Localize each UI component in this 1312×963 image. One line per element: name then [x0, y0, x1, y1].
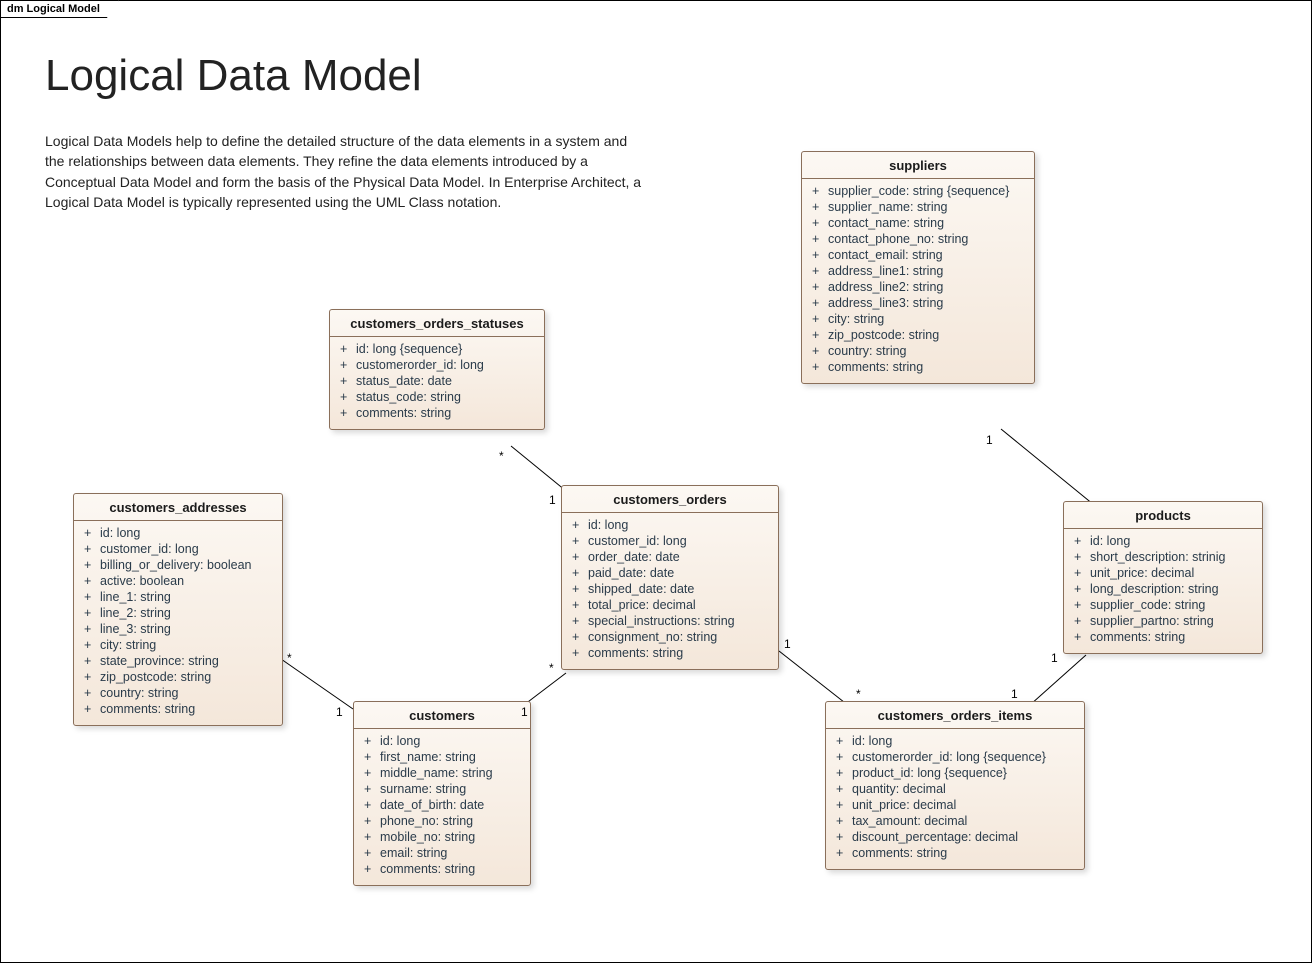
attribute-list: id: long customer_id: long order_date: d…: [562, 513, 778, 669]
entity-suppliers: suppliers supplier_code: string {sequenc…: [801, 151, 1035, 384]
attribute-row: id: long: [1072, 533, 1254, 549]
attribute-row: order_date: date: [570, 549, 770, 565]
attribute-row: billing_or_delivery: boolean: [82, 557, 274, 573]
attribute-row: tax_amount: decimal: [834, 813, 1076, 829]
attribute-list: id: long {sequence} customerorder_id: lo…: [330, 337, 544, 429]
multiplicity-label: *: [549, 661, 554, 675]
attribute-row: contact_name: string: [810, 215, 1026, 231]
entity-products: products id: long short_description: str…: [1063, 501, 1263, 654]
attribute-row: comments: string: [810, 359, 1026, 375]
entity-customers-orders-items: customers_orders_items id: long customer…: [825, 701, 1085, 870]
entity-title: customers_addresses: [74, 494, 282, 521]
attribute-list: supplier_code: string {sequence} supplie…: [802, 179, 1034, 383]
attribute-row: paid_date: date: [570, 565, 770, 581]
attribute-row: customerorder_id: long: [338, 357, 536, 373]
attribute-row: short_description: strinig: [1072, 549, 1254, 565]
attribute-row: contact_email: string: [810, 247, 1026, 263]
attribute-row: unit_price: decimal: [834, 797, 1076, 813]
multiplicity-label: 1: [336, 705, 343, 719]
attribute-row: zip_postcode: string: [82, 669, 274, 685]
attribute-row: customer_id: long: [82, 541, 274, 557]
attribute-row: date_of_birth: date: [362, 797, 522, 813]
entity-title: customers_orders_statuses: [330, 310, 544, 337]
entity-title: customers_orders_items: [826, 702, 1084, 729]
attribute-row: status_date: date: [338, 373, 536, 389]
attribute-row: id: long: [570, 517, 770, 533]
multiplicity-label: 1: [521, 705, 528, 719]
attribute-row: country: string: [810, 343, 1026, 359]
multiplicity-label: *: [499, 449, 504, 463]
multiplicity-label: 1: [986, 433, 993, 447]
multiplicity-label: 1: [549, 493, 556, 507]
attribute-row: comments: string: [362, 861, 522, 877]
attribute-row: id: long {sequence}: [338, 341, 536, 357]
attribute-row: mobile_no: string: [362, 829, 522, 845]
attribute-row: phone_no: string: [362, 813, 522, 829]
description-text: Logical Data Models help to define the d…: [45, 131, 645, 212]
attribute-row: id: long: [362, 733, 522, 749]
attribute-row: comments: string: [834, 845, 1076, 861]
attribute-row: city: string: [810, 311, 1026, 327]
attribute-row: total_price: decimal: [570, 597, 770, 613]
attribute-row: unit_price: decimal: [1072, 565, 1254, 581]
attribute-row: comments: string: [1072, 629, 1254, 645]
attribute-row: comments: string: [82, 701, 274, 717]
entity-title: customers_orders: [562, 486, 778, 513]
attribute-row: line_2: string: [82, 605, 274, 621]
entity-title: products: [1064, 502, 1262, 529]
attribute-row: active: boolean: [82, 573, 274, 589]
attribute-row: special_instructions: string: [570, 613, 770, 629]
attribute-row: city: string: [82, 637, 274, 653]
attribute-row: supplier_code: string {sequence}: [810, 183, 1026, 199]
attribute-list: id: long short_description: strinig unit…: [1064, 529, 1262, 653]
entity-title: suppliers: [802, 152, 1034, 179]
attribute-row: contact_phone_no: string: [810, 231, 1026, 247]
attribute-row: product_id: long {sequence}: [834, 765, 1076, 781]
attribute-row: id: long: [834, 733, 1076, 749]
attribute-row: supplier_code: string: [1072, 597, 1254, 613]
attribute-list: id: long first_name: string middle_name:…: [354, 729, 530, 885]
attribute-row: middle_name: string: [362, 765, 522, 781]
attribute-row: address_line1: string: [810, 263, 1026, 279]
attribute-row: state_province: string: [82, 653, 274, 669]
attribute-row: quantity: decimal: [834, 781, 1076, 797]
entity-customers: customers id: long first_name: string mi…: [353, 701, 531, 886]
multiplicity-label: *: [287, 651, 292, 665]
attribute-row: long_description: string: [1072, 581, 1254, 597]
attribute-row: discount_percentage: decimal: [834, 829, 1076, 845]
attribute-row: comments: string: [338, 405, 536, 421]
attribute-row: email: string: [362, 845, 522, 861]
attribute-row: address_line3: string: [810, 295, 1026, 311]
entity-customers-orders-statuses: customers_orders_statuses id: long {sequ…: [329, 309, 545, 430]
attribute-row: customerorder_id: long {sequence}: [834, 749, 1076, 765]
multiplicity-label: 1: [1011, 687, 1018, 701]
entity-customers-addresses: customers_addresses id: long customer_id…: [73, 493, 283, 726]
attribute-row: status_code: string: [338, 389, 536, 405]
attribute-row: zip_postcode: string: [810, 327, 1026, 343]
attribute-row: comments: string: [570, 645, 770, 661]
multiplicity-label: 1: [1051, 651, 1058, 665]
attribute-row: consignment_no: string: [570, 629, 770, 645]
diagram-frame: dm Logical Model Logical Data Model Logi…: [0, 0, 1312, 963]
entity-customers-orders: customers_orders id: long customer_id: l…: [561, 485, 779, 670]
multiplicity-label: *: [856, 687, 861, 701]
attribute-row: supplier_name: string: [810, 199, 1026, 215]
entity-title: customers: [354, 702, 530, 729]
attribute-row: line_1: string: [82, 589, 274, 605]
multiplicity-label: 1: [784, 637, 791, 651]
attribute-row: line_3: string: [82, 621, 274, 637]
attribute-row: supplier_partno: string: [1072, 613, 1254, 629]
attribute-row: surname: string: [362, 781, 522, 797]
attribute-row: first_name: string: [362, 749, 522, 765]
attribute-list: id: long customer_id: long billing_or_de…: [74, 521, 282, 725]
attribute-row: country: string: [82, 685, 274, 701]
page-title: Logical Data Model: [45, 51, 422, 101]
attribute-list: id: long customerorder_id: long {sequenc…: [826, 729, 1084, 869]
diagram-content: Logical Data Model Logical Data Models h…: [1, 1, 1311, 962]
attribute-row: shipped_date: date: [570, 581, 770, 597]
attribute-row: customer_id: long: [570, 533, 770, 549]
attribute-row: address_line2: string: [810, 279, 1026, 295]
attribute-row: id: long: [82, 525, 274, 541]
